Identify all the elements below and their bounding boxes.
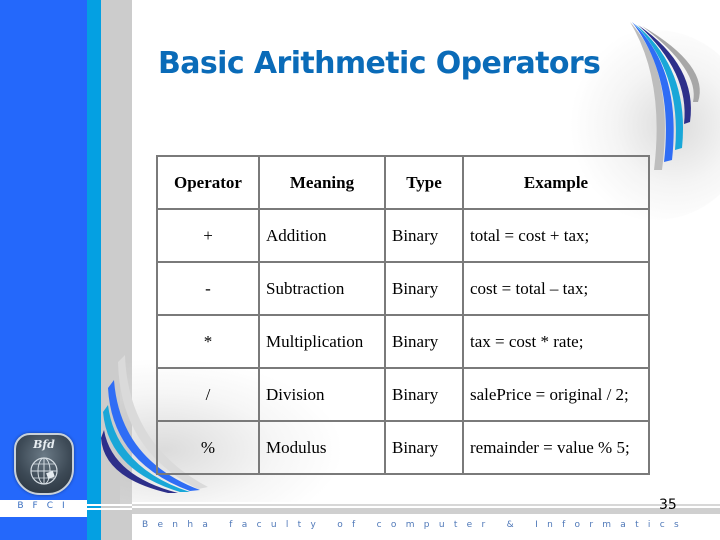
operator-cell: * [156, 314, 260, 369]
type-cell: Binary [384, 420, 464, 475]
operator-cell: - [156, 261, 260, 316]
example-cell: remainder = value % 5; [462, 420, 650, 475]
footer-text: Benha faculty of computer & Informatics [142, 520, 688, 530]
meaning-cell: Subtraction [258, 261, 386, 316]
operator-cell: + [156, 208, 260, 263]
column-header-meaning: Meaning [258, 155, 386, 210]
footer-separator [132, 502, 720, 514]
page-number: 35 [659, 497, 677, 513]
example-cell: cost = total – tax; [462, 261, 650, 316]
example-cell: salePrice = original / 2; [462, 367, 650, 422]
column-header-operator: Operator [156, 155, 260, 210]
table-row: + Addition Binary total = cost + tax; [156, 208, 650, 263]
column-header-type: Type [384, 155, 464, 210]
logo-text: Bfd [33, 438, 55, 451]
faculty-logo: Bfd [14, 433, 74, 495]
meaning-cell: Division [258, 367, 386, 422]
table-row: - Subtraction Binary cost = total – tax; [156, 261, 650, 316]
meaning-cell: Multiplication [258, 314, 386, 369]
type-cell: Binary [384, 314, 464, 369]
example-cell: tax = cost * rate; [462, 314, 650, 369]
operators-table: Operator Meaning Type Example + Addition… [156, 155, 650, 475]
operator-cell: / [156, 367, 260, 422]
operator-cell: % [156, 420, 260, 475]
type-cell: Binary [384, 261, 464, 316]
type-cell: Binary [384, 367, 464, 422]
footer-bar: Benha faculty of computer & Informatics [132, 514, 720, 540]
sidebar-label: BFCI [17, 501, 74, 511]
table-row: % Modulus Binary remainder = value % 5; [156, 420, 650, 475]
type-cell: Binary [384, 208, 464, 263]
example-cell: total = cost + tax; [462, 208, 650, 263]
table-row: * Multiplication Binary tax = cost * rat… [156, 314, 650, 369]
meaning-cell: Modulus [258, 420, 386, 475]
sidebar-cyan-stripe [87, 0, 101, 540]
table-row: / Division Binary salePrice = original /… [156, 367, 650, 422]
slide-title: Basic Arithmetic Operators [158, 46, 601, 81]
meaning-cell: Addition [258, 208, 386, 263]
globe-icon [30, 457, 58, 485]
table-header-row: Operator Meaning Type Example [156, 155, 650, 210]
column-header-example: Example [462, 155, 650, 210]
sidebar-label-bar: BFCI [0, 500, 87, 517]
